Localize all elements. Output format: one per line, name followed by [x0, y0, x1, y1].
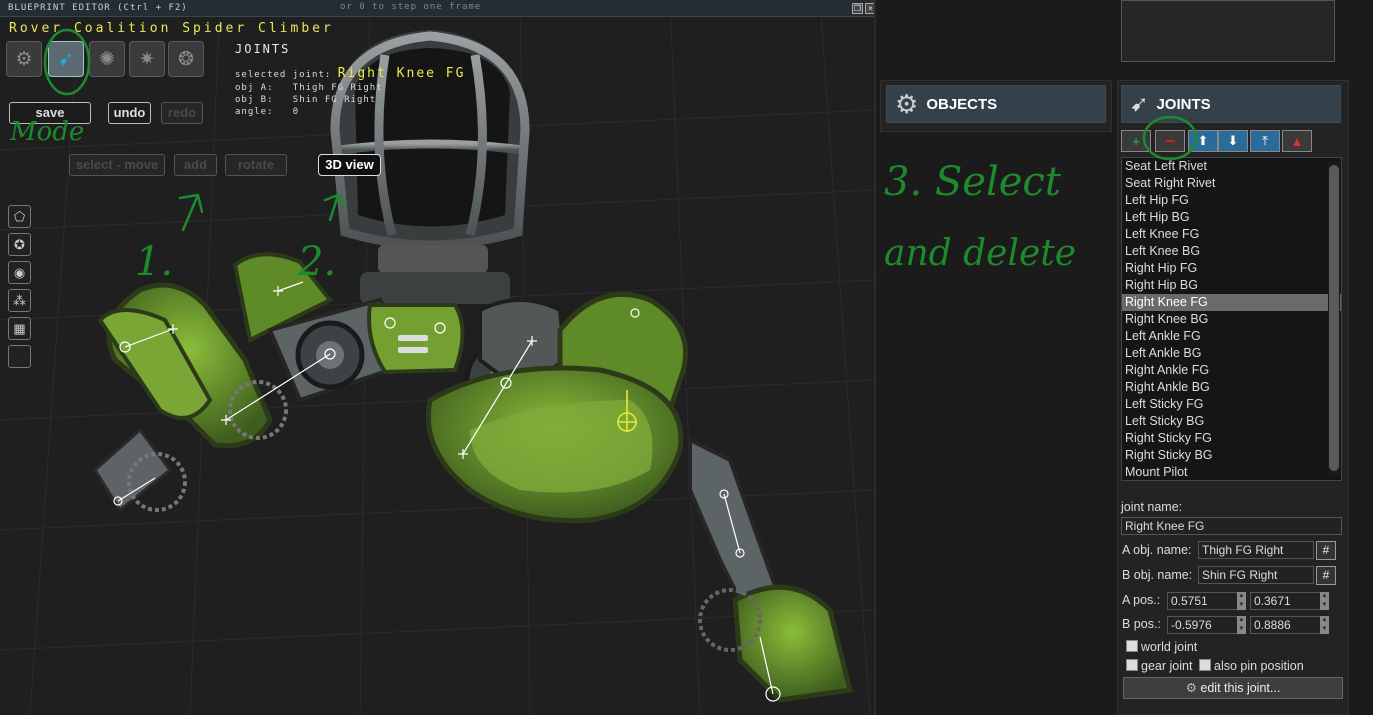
list-item[interactable]: Right Ankle FG: [1122, 362, 1341, 379]
list-item[interactable]: Right Ankle BG: [1122, 379, 1341, 396]
scrollbar-thumb[interactable]: [1329, 165, 1339, 471]
b-pos-x-stepper[interactable]: ▲ ▼: [1237, 616, 1246, 634]
bottom-action-button[interactable]: ▲: [1282, 130, 1312, 152]
arrow-top-icon: ⤒: [1262, 133, 1268, 148]
list-item[interactable]: Right Hip FG: [1122, 260, 1341, 277]
blueprint-editor: BLUEPRINT EDITOR (Ctrl + F2) or 0 to ste…: [0, 0, 876, 715]
list-item[interactable]: Left Ankle BG: [1122, 345, 1341, 362]
annotation-mode: Mode: [9, 117, 84, 147]
b-obj-field[interactable]: Shin FG Right: [1198, 566, 1314, 584]
list-scrollbar[interactable]: [1328, 161, 1340, 477]
move-down-button[interactable]: ⬇: [1218, 130, 1248, 152]
objects-header[interactable]: ⚙ OBJECTS: [886, 85, 1106, 123]
list-item[interactable]: Left Knee BG: [1122, 243, 1341, 260]
list-item[interactable]: Left Sticky FG: [1122, 396, 1341, 413]
world-joint-label: world joint: [1141, 640, 1198, 654]
annotation-step3-line1: 3. Select: [884, 159, 1062, 205]
joint-list[interactable]: Seat Left Rivet Seat Right Rivet Left Hi…: [1121, 157, 1342, 481]
annotation-step2: 2.: [297, 239, 336, 285]
notes-textarea[interactable]: [1121, 0, 1335, 62]
a-obj-label: A obj. name:: [1122, 543, 1192, 557]
gear-icon: ⚙: [895, 88, 919, 119]
gear-joint-label: gear joint: [1141, 659, 1193, 673]
a-pos-y-stepper[interactable]: ▲ ▼: [1320, 592, 1329, 610]
list-item[interactable]: Mount Pilot: [1122, 464, 1341, 480]
a-obj-pick-button[interactable]: #: [1316, 541, 1336, 560]
b-obj-pick-button[interactable]: #: [1316, 566, 1336, 585]
edit-joint-button[interactable]: ⚙ edit this joint...: [1123, 677, 1343, 699]
plus-icon: +: [1132, 133, 1140, 149]
b-pos-label: B pos.:: [1122, 617, 1161, 631]
also-pin-checkbox[interactable]: [1199, 659, 1211, 671]
list-item-selected[interactable]: Right Knee FG: [1122, 294, 1341, 311]
annotation-step1: 1.: [135, 239, 173, 285]
list-item[interactable]: Right Sticky FG: [1122, 430, 1341, 447]
b-obj-label: B obj. name:: [1122, 568, 1193, 582]
arrow-down-icon: ⬇: [1227, 133, 1239, 148]
a-pos-x-field[interactable]: 0.5751: [1167, 592, 1238, 610]
edit-joint-label: edit this joint...: [1200, 681, 1281, 695]
objects-header-label: OBJECTS: [926, 95, 998, 113]
a-obj-field[interactable]: Thigh FG Right: [1198, 541, 1314, 559]
a-pos-x-stepper[interactable]: ▲ ▼: [1237, 592, 1246, 610]
world-joint-checkbox[interactable]: [1126, 640, 1138, 652]
gear-icon: ⚙: [1185, 681, 1201, 695]
a-pos-y-field[interactable]: 0.3671: [1250, 592, 1321, 610]
list-item[interactable]: Left Knee FG: [1122, 226, 1341, 243]
a-pos-label: A pos.:: [1122, 593, 1161, 607]
b-pos-y-stepper[interactable]: ▲ ▼: [1320, 616, 1329, 634]
also-pin-label: also pin position: [1214, 659, 1304, 673]
list-item[interactable]: Left Hip FG: [1122, 192, 1341, 209]
joints-header-label: JOINTS: [1156, 95, 1211, 113]
joint-name-label: joint name:: [1121, 500, 1183, 514]
b-pos-y-field[interactable]: 0.8886: [1250, 616, 1321, 634]
list-item[interactable]: Right Sticky BG: [1122, 447, 1341, 464]
list-item[interactable]: Seat Right Rivet: [1122, 175, 1341, 192]
annotation-step3-line2: and delete: [884, 233, 1076, 274]
annotation-layer-right: 3. Select and delete: [884, 159, 1076, 274]
red-pin-icon: ▲: [1290, 133, 1304, 149]
move-top-button[interactable]: ⤒: [1250, 130, 1280, 152]
list-item[interactable]: Right Hip BG: [1122, 277, 1341, 294]
annotation-layer: Mode 1. 2.: [9, 28, 346, 285]
b-pos-x-field[interactable]: -0.5976: [1167, 616, 1238, 634]
delete-highlight-annotation: [1142, 115, 1198, 161]
list-item[interactable]: Left Ankle FG: [1122, 328, 1341, 345]
gear-joint-checkbox[interactable]: [1126, 659, 1138, 671]
list-item[interactable]: Right Knee BG: [1122, 311, 1341, 328]
list-item[interactable]: Left Sticky BG: [1122, 413, 1341, 430]
joint-name-field[interactable]: Right Knee FG: [1121, 517, 1342, 535]
list-item[interactable]: Left Hip BG: [1122, 209, 1341, 226]
